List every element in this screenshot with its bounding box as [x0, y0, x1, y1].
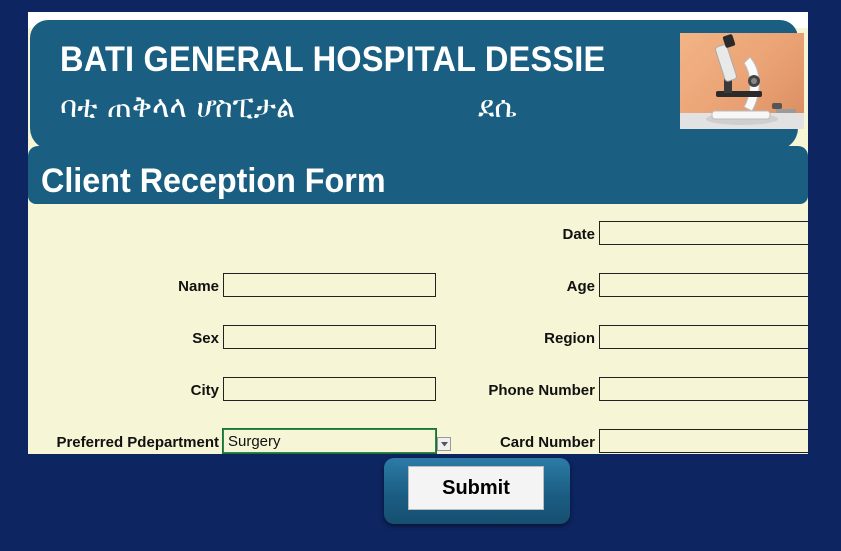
- date-label: Date: [562, 226, 595, 243]
- sex-field[interactable]: [223, 325, 436, 349]
- chevron-down-icon: [441, 442, 448, 447]
- age-label: Age: [566, 278, 595, 295]
- form-title-bar: Client Reception Form: [28, 146, 808, 204]
- sex-label: Sex: [192, 330, 219, 347]
- microscope-image: [680, 33, 804, 129]
- region-label: Region: [544, 330, 595, 347]
- form-title: Client Reception Form: [41, 162, 386, 200]
- hospital-amharic-city: ደሴ: [478, 90, 517, 125]
- card-number-field[interactable]: [599, 429, 808, 453]
- date-field[interactable]: [599, 221, 808, 245]
- name-field[interactable]: [223, 273, 436, 297]
- department-label: Preferred Pdepartment: [56, 434, 219, 451]
- department-dropdown-button[interactable]: [437, 437, 451, 451]
- phone-label: Phone Number: [488, 382, 595, 399]
- hospital-header: BATI GENERAL HOSPITAL DESSIE ባቲ ጠቅላላ ሆስፒ…: [30, 20, 804, 150]
- region-field[interactable]: [599, 325, 808, 349]
- name-label: Name: [178, 278, 219, 295]
- submit-button[interactable]: Submit: [408, 466, 544, 510]
- department-select[interactable]: Surgery: [222, 428, 437, 454]
- card-number-label: Card Number: [499, 434, 595, 451]
- age-field[interactable]: [599, 273, 808, 297]
- submit-button-frame: Submit: [384, 458, 570, 524]
- phone-field[interactable]: [599, 377, 808, 401]
- hospital-title: BATI GENERAL HOSPITAL DESSIE: [60, 40, 606, 79]
- form-sheet: BATI GENERAL HOSPITAL DESSIE ባቲ ጠቅላላ ሆስፒ…: [28, 12, 808, 454]
- city-field[interactable]: [223, 377, 436, 401]
- city-label: City: [190, 382, 219, 399]
- hospital-amharic-name: ባቲ ጠቅላላ ሆስፒታል: [60, 90, 296, 125]
- microscope-icon: [680, 34, 804, 129]
